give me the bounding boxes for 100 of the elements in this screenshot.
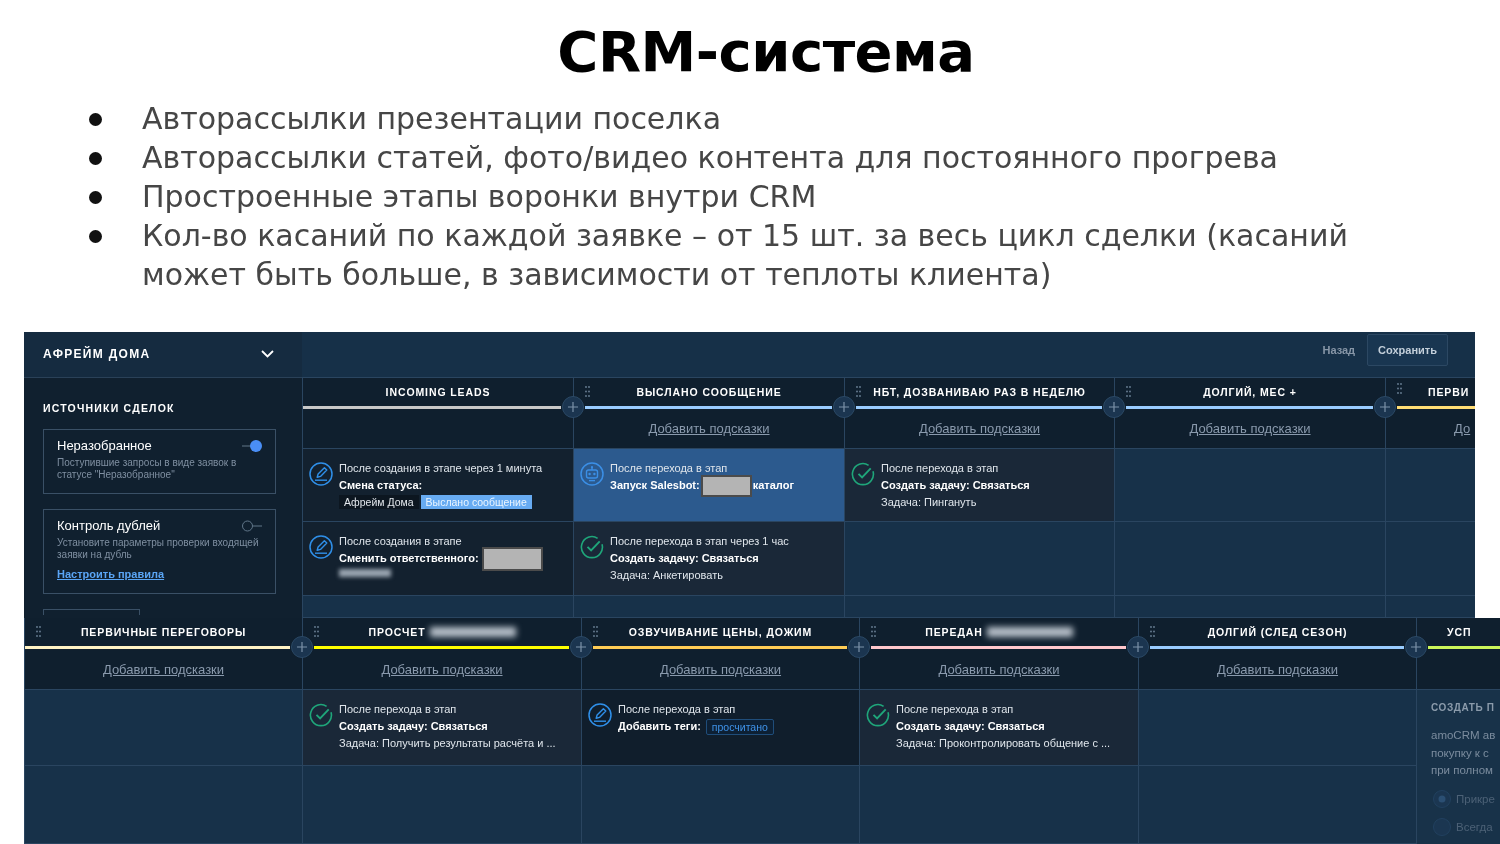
trigger-action: Создать задачу: Связаться <box>610 551 759 566</box>
drag-handle-icon[interactable] <box>585 385 590 397</box>
plus-icon[interactable] <box>1127 636 1149 658</box>
source-description: Установите параметры проверки входящей заявки на дубль <box>57 537 260 561</box>
add-hints-link[interactable]: Добавить подсказки <box>648 421 770 436</box>
source-description: Поступившие запросы в виде заявок в статусе "Неразобранное" <box>57 457 238 481</box>
check-icon <box>851 462 875 486</box>
check-icon <box>580 535 604 559</box>
stage-title: ОЗВУЧИВАНИЕ ЦЕНЫ, ДОЖИМ <box>628 626 813 638</box>
trigger-card[interactable]: После перехода в этап Добавить теги: просчитано <box>582 690 859 765</box>
trigger-condition: После перехода в этап <box>618 702 736 717</box>
drag-handle-icon[interactable] <box>871 625 876 637</box>
stage-title: INCOMING LEADS <box>385 386 491 398</box>
task-text: Задача: Пингануть <box>881 495 977 510</box>
stage-title: УСП <box>1447 626 1472 638</box>
plus-icon[interactable] <box>1405 636 1427 658</box>
drag-handle-icon[interactable] <box>36 625 41 637</box>
trigger-action: Создать задачу: Связаться <box>339 719 488 734</box>
redaction-box <box>700 474 752 497</box>
radio-icon[interactable] <box>1433 789 1451 808</box>
add-hints-link[interactable]: Добавить подсказки <box>938 661 1060 677</box>
plus-icon[interactable] <box>1374 396 1396 418</box>
section-title: ИСТОЧНИКИ СДЕЛОК <box>43 402 175 414</box>
drag-handle-icon[interactable] <box>856 385 861 397</box>
trigger-condition: После перехода в этап <box>339 702 457 717</box>
cut-off-button[interactable] <box>43 609 140 615</box>
trigger-action: Запуск Salesbot: <box>610 478 700 493</box>
source-title: Контроль дублей <box>57 518 161 534</box>
stage-title: ДОЛГИЙ (СЛЕД СЕЗОН) <box>1207 626 1348 638</box>
add-hints-link[interactable]: Добавить подсказки <box>381 661 503 677</box>
stage-title: НБТ, ДОЗВАНИВАЮ РАЗ В НЕДЕЛЮ <box>873 386 1086 398</box>
task-text: Задача: Проконтролировать общение с ... <box>896 736 1111 751</box>
drag-handle-icon[interactable] <box>1126 385 1131 397</box>
trigger-card[interactable]: После перехода в этап Создать задачу: Связаться Задача: Получить результаты расчёта и ... <box>303 690 581 765</box>
bullet-text: Простроенные этапы воронки внутри CRM <box>142 178 817 216</box>
chevron-icon[interactable] <box>261 349 274 358</box>
trigger-condition: После перехода в этап <box>610 461 728 476</box>
stage-title: ВЫСЛАНО СООБЩЕНИЕ <box>636 386 782 398</box>
add-hints-link[interactable]: Добавить подсказки <box>102 661 225 677</box>
robot-icon <box>580 462 604 486</box>
tag-chip[interactable]: просчитано <box>705 718 774 735</box>
trigger-action: Создать задачу: Связаться <box>896 719 1045 734</box>
slide-title: CRM-система <box>557 19 975 84</box>
blur-redaction <box>339 569 391 577</box>
check-icon <box>309 703 333 727</box>
stage-title: ПЕРВИЧНЫЕ ПЕРЕГОВОРЫ <box>80 626 247 638</box>
stage-title: ПЕРВИ <box>1428 386 1470 398</box>
trigger-action: Создать задачу: Связаться <box>881 478 1030 493</box>
trigger-card[interactable]: После перехода в этап через 1 час Создать задачу: Связаться Задача: Анкетировать <box>574 522 844 595</box>
panel-text: amoCRM ав <box>1431 728 1496 743</box>
settings-link[interactable]: Настроить правила <box>57 567 165 581</box>
plus-icon[interactable] <box>1103 396 1125 418</box>
task-text: Задача: Анкетировать <box>610 568 723 583</box>
stage-title: ПРОСЧЕТ <box>368 626 426 638</box>
drag-handle-icon[interactable] <box>1150 625 1155 637</box>
trigger-condition: После перехода в этап через 1 час <box>610 534 789 549</box>
stage-title: ДОЛГИЙ, МЕС + <box>1203 386 1297 398</box>
add-hints-link[interactable]: Добавить подсказки <box>1216 661 1339 677</box>
plus-icon[interactable] <box>291 636 313 658</box>
panel-heading: СОЗДАТЬ П <box>1431 701 1495 715</box>
bullet-icon <box>89 113 102 126</box>
add-hints-link[interactable]: Добавить подсказки <box>918 421 1041 436</box>
edit-icon <box>309 462 333 486</box>
add-hints-link[interactable]: Добавить подсказки <box>659 661 782 677</box>
drag-handle-icon[interactable] <box>314 625 319 637</box>
trigger-card[interactable]: После перехода в этап Запуск Salesbot: каталог <box>574 449 844 521</box>
toggle-switch[interactable] <box>242 440 262 452</box>
trigger-card[interactable]: После перехода в этап Создать задачу: Связаться Задача: Пингануть <box>845 449 1114 521</box>
add-hints-link[interactable]: До <box>1454 421 1471 436</box>
source-title: Неразобранное <box>57 438 152 454</box>
salesbot-name: каталог <box>752 478 794 493</box>
back-link[interactable]: Назад <box>1322 334 1356 366</box>
trigger-card[interactable]: После создания в этапе Сменить ответственного: <box>303 522 573 595</box>
status-chip: Выслано сообщение <box>420 495 532 509</box>
check-icon <box>866 703 890 727</box>
drag-handle-icon[interactable] <box>1397 383 1402 394</box>
bullet-text: Авторассылки презентации поселка <box>142 100 721 138</box>
toggle-switch[interactable] <box>242 520 262 532</box>
task-text: Задача: Получить результаты расчёта и ... <box>339 736 556 751</box>
trigger-action: Добавить теги: <box>618 719 701 734</box>
pipeline-name: АФРЕЙМ ДОМА <box>43 346 151 361</box>
trigger-condition: После создания в этапе <box>339 534 462 549</box>
trigger-condition: После создания в этапе через 1 минута <box>339 461 543 476</box>
pipeline-chip: Афрейм Дома <box>339 495 419 509</box>
plus-icon[interactable] <box>570 636 592 658</box>
trigger-card[interactable]: После создания в этапе через 1 минута Смена статуса: Афрейм Дома Выслано сообщение <box>303 449 573 521</box>
trigger-condition: После перехода в этап <box>896 702 1014 717</box>
bullet-icon <box>89 230 102 243</box>
add-hints-link[interactable]: Добавить подсказки <box>1189 421 1311 436</box>
plus-icon[interactable] <box>562 396 584 418</box>
drag-handle-icon[interactable] <box>593 625 598 637</box>
stage-title: ПЕРЕДАН <box>925 626 983 638</box>
trigger-card[interactable]: После перехода в этап Создать задачу: Связаться Задача: Проконтролировать общение с ... <box>860 690 1138 765</box>
panel-text: при полном <box>1431 763 1494 778</box>
bullet-icon <box>89 152 102 165</box>
trigger-condition: После перехода в этап <box>881 461 999 476</box>
edit-icon <box>309 535 333 559</box>
save-button[interactable]: Сохранить <box>1367 334 1448 366</box>
plus-icon[interactable] <box>833 396 855 418</box>
plus-icon[interactable] <box>848 636 870 658</box>
